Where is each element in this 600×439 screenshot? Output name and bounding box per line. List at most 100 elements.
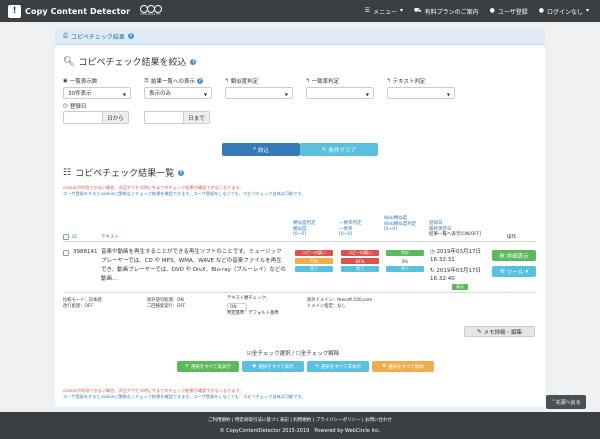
hide-selected-button[interactable]: ⊘ 選択をすべて非表示 — [307, 361, 369, 372]
menu-icon: ☰ — [364, 7, 370, 14]
match-select[interactable]: ▼ — [306, 87, 374, 99]
caret-down-icon: ▾ — [585, 7, 589, 14]
web-check-status: 完了 — [386, 266, 424, 272]
help-icon[interactable]: ? — [190, 58, 197, 65]
refresh-icon: ↻ — [321, 146, 327, 153]
date-to-input[interactable] — [144, 111, 184, 124]
col-match[interactable]: 一致率判定 一致率 [0~0] — [339, 221, 383, 238]
back-to-top-button[interactable]: ⌃ 先頭へ戻る — [546, 395, 586, 409]
list-display-label: ☰ 結果一覧への表示? — [144, 78, 203, 85]
similarity-percent: 71% — [295, 258, 333, 264]
date-to-addon: 日まで — [183, 111, 210, 124]
registered-date: ◷ 2019年03月17日 16:32:31 — [430, 249, 482, 263]
caret-down-icon: ▾ — [399, 7, 403, 14]
text-label: ϟ テキスト判定 — [387, 78, 426, 85]
row-divider — [63, 292, 537, 293]
meta-double-search: 二回検索実行：OFF — [147, 304, 186, 309]
col-dates[interactable]: 登録日 最終更新日 結果一覧へ表示[ON/OFF] — [429, 221, 499, 238]
wrench-icon: ⚒ — [499, 268, 505, 275]
similarity-select[interactable]: ▼ — [225, 87, 293, 99]
caret-down-icon: ▼ — [365, 92, 369, 97]
eye-icon: ◉ — [252, 364, 257, 369]
col-id[interactable]: ID — [72, 235, 77, 241]
filter-title: 🔍︎ コピペチェック結果を絞込 ? — [63, 56, 197, 68]
tools-button[interactable]: ⚒ ツール ▾ — [492, 266, 536, 277]
row-text[interactable]: 音楽や動画を再生することができる再生ソフトのことです。ミュージックプレーヤーでは… — [101, 248, 287, 286]
doc-icon: ▤ — [499, 252, 505, 259]
col-text[interactable]: テキスト — [101, 235, 119, 241]
date-from-input[interactable] — [63, 111, 103, 124]
main-panel: ⎙ コピペチェック結果 ? 🔍︎ コピペチェック結果を絞込 ? ◉ 一覧表示数 3… — [55, 28, 545, 406]
date-label: ◷ 登録日 — [63, 103, 87, 110]
web-check-percent: 0% — [386, 258, 424, 264]
delete-selected-button[interactable]: ✖ 選択をすべて削除 — [372, 361, 434, 372]
rerun-selected-button[interactable]: ↻ 選択をすべて再実行 — [177, 361, 239, 372]
col-ops: 操作 — [507, 235, 516, 240]
caret-down-icon: ▼ — [122, 92, 126, 97]
meta-newline: 改行処理：OFF — [63, 304, 93, 309]
list-display-select[interactable]: 表示のみ ▼ — [144, 87, 212, 99]
caret-down-icon: ▼ — [284, 92, 288, 97]
help-icon[interactable]: ? — [196, 78, 203, 84]
nav-paid-plan[interactable]: ⛟ 有料プランのご案内 — [414, 7, 479, 16]
help-icon[interactable]: ? — [178, 169, 185, 176]
register-notice: ユーザ登録をするとcookieに関係なくチェック結果を確認できます。ユーザ登録を… — [63, 191, 306, 196]
footer-links[interactable]: ご利用規約 | 特定商取引法に基づく表記 | 利用規約 | プライバシーポリシー… — [0, 417, 600, 423]
similarity-status: 完了 — [295, 266, 333, 272]
caret-down-icon: ▼ — [203, 92, 207, 97]
bolt-icon: ϟ — [306, 78, 310, 84]
bolt-icon: ϟ — [387, 78, 391, 84]
memo-button[interactable]: ✎ メモ詳細・編集 — [464, 326, 535, 337]
brand-name: Copy Content Detector — [25, 6, 131, 16]
row-id: 3988141 — [73, 249, 98, 255]
row-checkbox[interactable] — [63, 250, 69, 256]
text-check-select[interactable]: ON — [227, 303, 247, 311]
web-check-badge: 良好 — [386, 250, 424, 256]
list-icon: ☰ — [144, 78, 149, 84]
match-status: 完了 — [341, 266, 379, 272]
similarity-badge: コピーの疑い — [295, 250, 333, 256]
help-icon[interactable]: ? — [127, 33, 134, 39]
match-badge: コピーの疑い — [341, 250, 379, 256]
uncheck-all-link[interactable]: ☐全チェック解除 — [296, 351, 339, 357]
webcircle-logo: WEBCIRCLE INC. — [140, 5, 163, 17]
eye-slash-icon: ⊘ — [315, 364, 319, 369]
results-title: ☷ コピペチェック結果一覧 ? — [63, 167, 185, 179]
display-count-label: ◉ 一覧表示数 — [63, 78, 98, 85]
brand[interactable]: ! Copy Content Detector — [8, 4, 131, 18]
nav-login[interactable]: ● ログインなし ▾ — [539, 7, 589, 16]
text-select[interactable]: ▼ — [387, 87, 455, 99]
match-percent: 84% — [341, 258, 379, 264]
nav-menu[interactable]: ☰ メニュー ▾ — [365, 7, 403, 16]
radio-icon: ◉ — [63, 78, 68, 84]
cart-icon: ⛟ — [414, 7, 422, 14]
col-web-check[interactable]: Web類似度 Web類似度判定 [0~0] — [384, 216, 428, 233]
check-all-link[interactable]: ☑全チェック選択 — [247, 351, 290, 357]
refresh-icon: ↻ — [185, 364, 189, 369]
footer-copyright: © CopyContentDetector 2015-2019 Powered … — [219, 428, 381, 434]
show-selected-button[interactable]: ◉ 選択をすべて表示 — [242, 361, 304, 372]
similarity-label: ϟ 類似度判定 — [225, 78, 259, 85]
search-icon: 🔍︎ — [63, 56, 75, 67]
select-all-checkbox[interactable] — [63, 234, 69, 240]
user-icon: ● — [489, 7, 495, 14]
detail-button[interactable]: ▤ 詳細表示 — [492, 250, 536, 261]
register-notice-bottom: ユーザ登録をするとcookieに関係なくチェック結果を確認できます。ユーザ登録を… — [63, 394, 306, 399]
meta-check-label: テキスト類チェック： — [227, 296, 270, 301]
trash-icon: ✖ — [382, 364, 387, 369]
list-icon: ☷ — [63, 167, 72, 178]
caret-down-icon: ▼ — [446, 92, 450, 97]
filter-clear-button[interactable]: ↻ 条件クリア — [300, 143, 378, 156]
edit-icon: ✎ — [476, 328, 482, 335]
col-similarity[interactable]: 類似度判定 類似度 [0~0] — [293, 221, 337, 238]
meta-criteria: 判定基準：デフォルト基準 — [227, 311, 279, 316]
top-navbar: ! Copy Content Detector WEBCIRCLE INC. ☰… — [0, 0, 600, 22]
updated-date: ↻ 2019年03月17日 16:32:40 — [430, 268, 481, 282]
nav-register[interactable]: ● ユーザ登録 — [490, 7, 528, 16]
check-toggle-row: ☑全チェック選択 / ☐全チェック解除 — [247, 351, 340, 357]
display-count-select[interactable]: 30件表示 ▼ — [63, 87, 131, 99]
match-label: ϟ 一致率判定 — [306, 78, 340, 85]
list-display-flag[interactable]: 表示 — [452, 284, 468, 290]
filter-search-button[interactable]: ⌕ 絞込 — [222, 143, 300, 156]
footer: ご利用規約 | 特定商取引法に基づく表記 | 利用規約 | プライバシーポリシー… — [0, 412, 600, 439]
